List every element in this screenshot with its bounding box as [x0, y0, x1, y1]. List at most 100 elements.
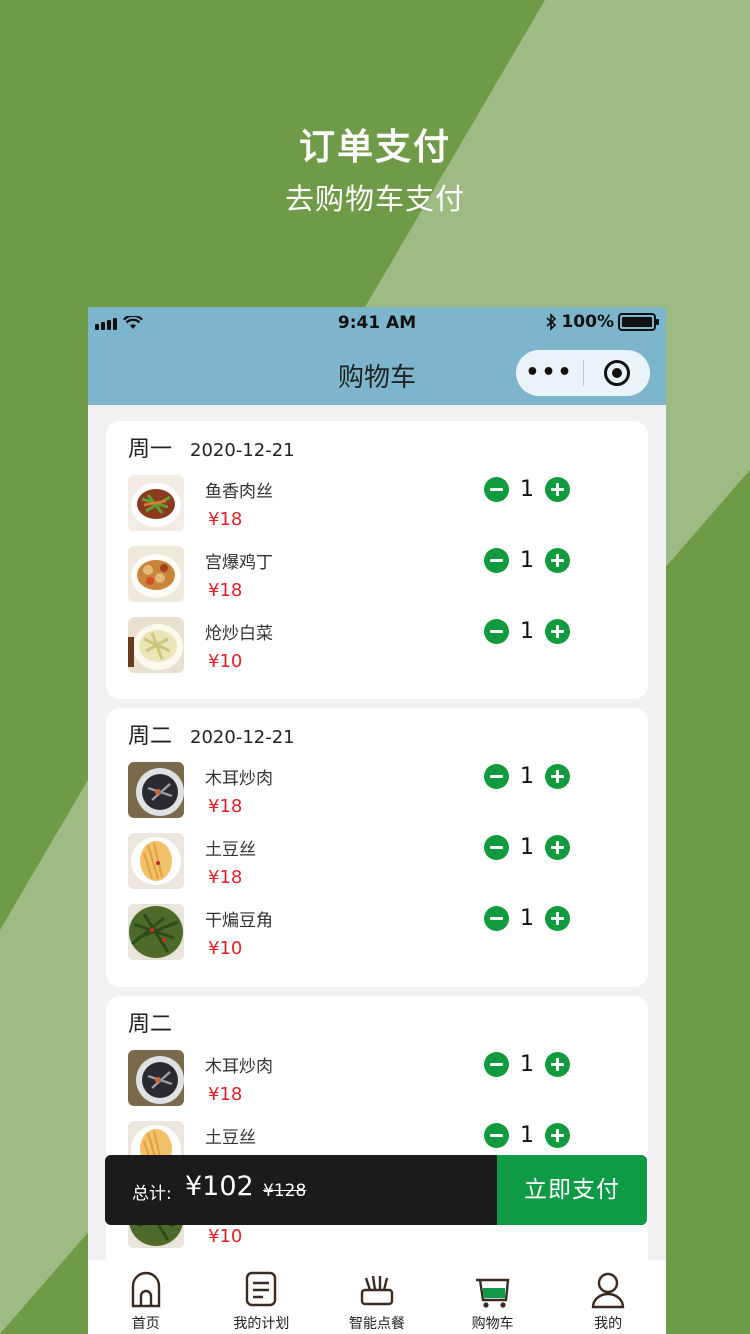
dish-name: 宫爆鸡丁 — [205, 553, 273, 573]
dish-price: ¥10 — [208, 651, 243, 672]
kungpao-chicken-photo — [128, 546, 184, 602]
day-header: 周二 2020-12-21 — [128, 718, 295, 750]
quantity-value: 1 — [520, 548, 534, 573]
nav-bar: 购物车 ••• — [88, 339, 666, 405]
bluetooth-icon — [546, 313, 557, 331]
plus-button[interactable] — [545, 764, 570, 789]
more-dots-icon[interactable]: ••• — [516, 362, 583, 384]
shredded-pork-photo — [128, 475, 184, 531]
dish-price: ¥18 — [208, 867, 243, 888]
plus-button[interactable] — [545, 1052, 570, 1077]
quantity-stepper: 1 — [484, 906, 570, 931]
day-card: 周二 2020-12-21 木耳炒肉 ¥18 1 土豆丝 ¥18 1 干煸豆角 … — [106, 708, 648, 987]
cart-item: 土豆丝 ¥18 1 — [128, 833, 628, 895]
quantity-stepper: 1 — [484, 764, 570, 789]
day-label: 周一 — [128, 437, 173, 462]
tab-smart-order[interactable]: 智能点餐 — [319, 1260, 435, 1334]
status-bar: 9:41 AM 100% — [88, 307, 666, 339]
dish-name: 木耳炒肉 — [205, 769, 273, 789]
dish-price: ¥18 — [208, 796, 243, 817]
dish-name: 鱼香肉丝 — [205, 482, 273, 502]
minus-button[interactable] — [484, 1052, 509, 1077]
quantity-value: 1 — [520, 764, 534, 789]
day-card: 周一 2020-12-21 鱼香肉丝 ¥18 1 宫爆鸡丁 ¥18 1 炝炒白菜… — [106, 421, 648, 699]
minus-button[interactable] — [484, 906, 509, 931]
quantity-stepper: 1 — [484, 619, 570, 644]
promo-title: 订单支付 — [298, 127, 451, 168]
cart-item: 木耳炒肉 ¥18 1 — [128, 1050, 628, 1112]
quantity-stepper: 1 — [484, 1123, 570, 1148]
plus-button[interactable] — [545, 906, 570, 931]
plus-button[interactable] — [545, 548, 570, 573]
cart-item: 木耳炒肉 ¥18 1 — [128, 762, 628, 824]
day-header: 周一 2020-12-21 — [128, 431, 295, 463]
day-date: 2020-12-21 — [190, 727, 295, 748]
potato-shreds-photo — [128, 833, 184, 889]
tab-plan[interactable]: 我的计划 — [204, 1260, 320, 1334]
mini-program-capsule: ••• — [516, 350, 650, 396]
day-label: 周二 — [128, 1012, 173, 1037]
checkout-bar: 总计: ¥102 ¥128 立即支付 — [105, 1155, 647, 1225]
minus-button[interactable] — [484, 764, 509, 789]
dish-name: 土豆丝 — [205, 840, 256, 860]
tab-profile[interactable]: 我的 — [550, 1260, 666, 1334]
battery-icon — [618, 313, 659, 331]
quantity-stepper: 1 — [484, 548, 570, 573]
profile-icon — [591, 1272, 625, 1309]
cart-item: 炝炒白菜 ¥10 1 — [128, 617, 628, 679]
dish-price: ¥18 — [208, 1084, 243, 1105]
tab-label: 智能点餐 — [348, 1316, 405, 1332]
tab-label: 我的计划 — [233, 1316, 290, 1332]
battery-percent: 100% — [561, 312, 614, 332]
total-amount: ¥102 — [185, 1171, 254, 1202]
dish-name: 干煸豆角 — [205, 911, 273, 931]
day-header: 周二 — [128, 1006, 190, 1038]
tab-label: 首页 — [131, 1316, 160, 1332]
dish-price: ¥10 — [208, 938, 243, 959]
minus-button[interactable] — [484, 477, 509, 502]
quantity-value: 1 — [520, 835, 534, 860]
status-right: 100% — [545, 312, 659, 332]
day-card: 周二 木耳炒肉 ¥18 1 土豆丝 1 ¥10 — [106, 996, 648, 1296]
green-beans-photo — [128, 904, 184, 960]
quantity-value: 1 — [520, 1123, 534, 1148]
minus-button[interactable] — [484, 548, 509, 573]
quantity-value: 1 — [520, 906, 534, 931]
cart-item: 鱼香肉丝 ¥18 1 — [128, 475, 628, 537]
minus-button[interactable] — [484, 1123, 509, 1148]
fungus-pork-photo — [128, 762, 184, 818]
smart-order-icon — [360, 1275, 394, 1306]
record-icon[interactable] — [584, 360, 650, 386]
dish-price: ¥18 — [208, 509, 243, 530]
original-amount: ¥128 — [263, 1181, 307, 1201]
home-icon — [131, 1271, 160, 1308]
dish-price: ¥10 — [208, 1226, 243, 1247]
dish-name: 炝炒白菜 — [205, 624, 273, 644]
quantity-stepper: 1 — [484, 1052, 570, 1077]
pay-now-button[interactable]: 立即支付 — [497, 1155, 647, 1225]
dish-name: 土豆丝 — [205, 1128, 256, 1148]
plus-button[interactable] — [545, 477, 570, 502]
minus-button[interactable] — [484, 619, 509, 644]
promo-subtitle: 去购物车支付 — [284, 182, 465, 216]
quantity-value: 1 — [520, 619, 534, 644]
cart-icon — [475, 1278, 509, 1308]
quantity-stepper: 1 — [484, 835, 570, 860]
quantity-stepper: 1 — [484, 477, 570, 502]
plan-list-icon — [246, 1271, 277, 1307]
fungus-pork-photo — [128, 1050, 184, 1106]
tab-home[interactable]: 首页 — [88, 1260, 204, 1334]
day-label: 周二 — [128, 724, 173, 749]
quantity-value: 1 — [520, 477, 534, 502]
tab-bar: 首页 我的计划 智能点餐 购物车 我的 — [88, 1260, 666, 1334]
minus-button[interactable] — [484, 835, 509, 860]
cabbage-photo — [128, 617, 184, 673]
tab-label: 我的 — [594, 1316, 623, 1332]
day-date: 2020-12-21 — [190, 440, 295, 461]
tab-cart[interactable]: 购物车 — [435, 1260, 551, 1334]
quantity-value: 1 — [520, 1052, 534, 1077]
cart-item: 干煸豆角 ¥10 1 — [128, 904, 628, 966]
plus-button[interactable] — [545, 619, 570, 644]
plus-button[interactable] — [545, 835, 570, 860]
plus-button[interactable] — [545, 1123, 570, 1148]
